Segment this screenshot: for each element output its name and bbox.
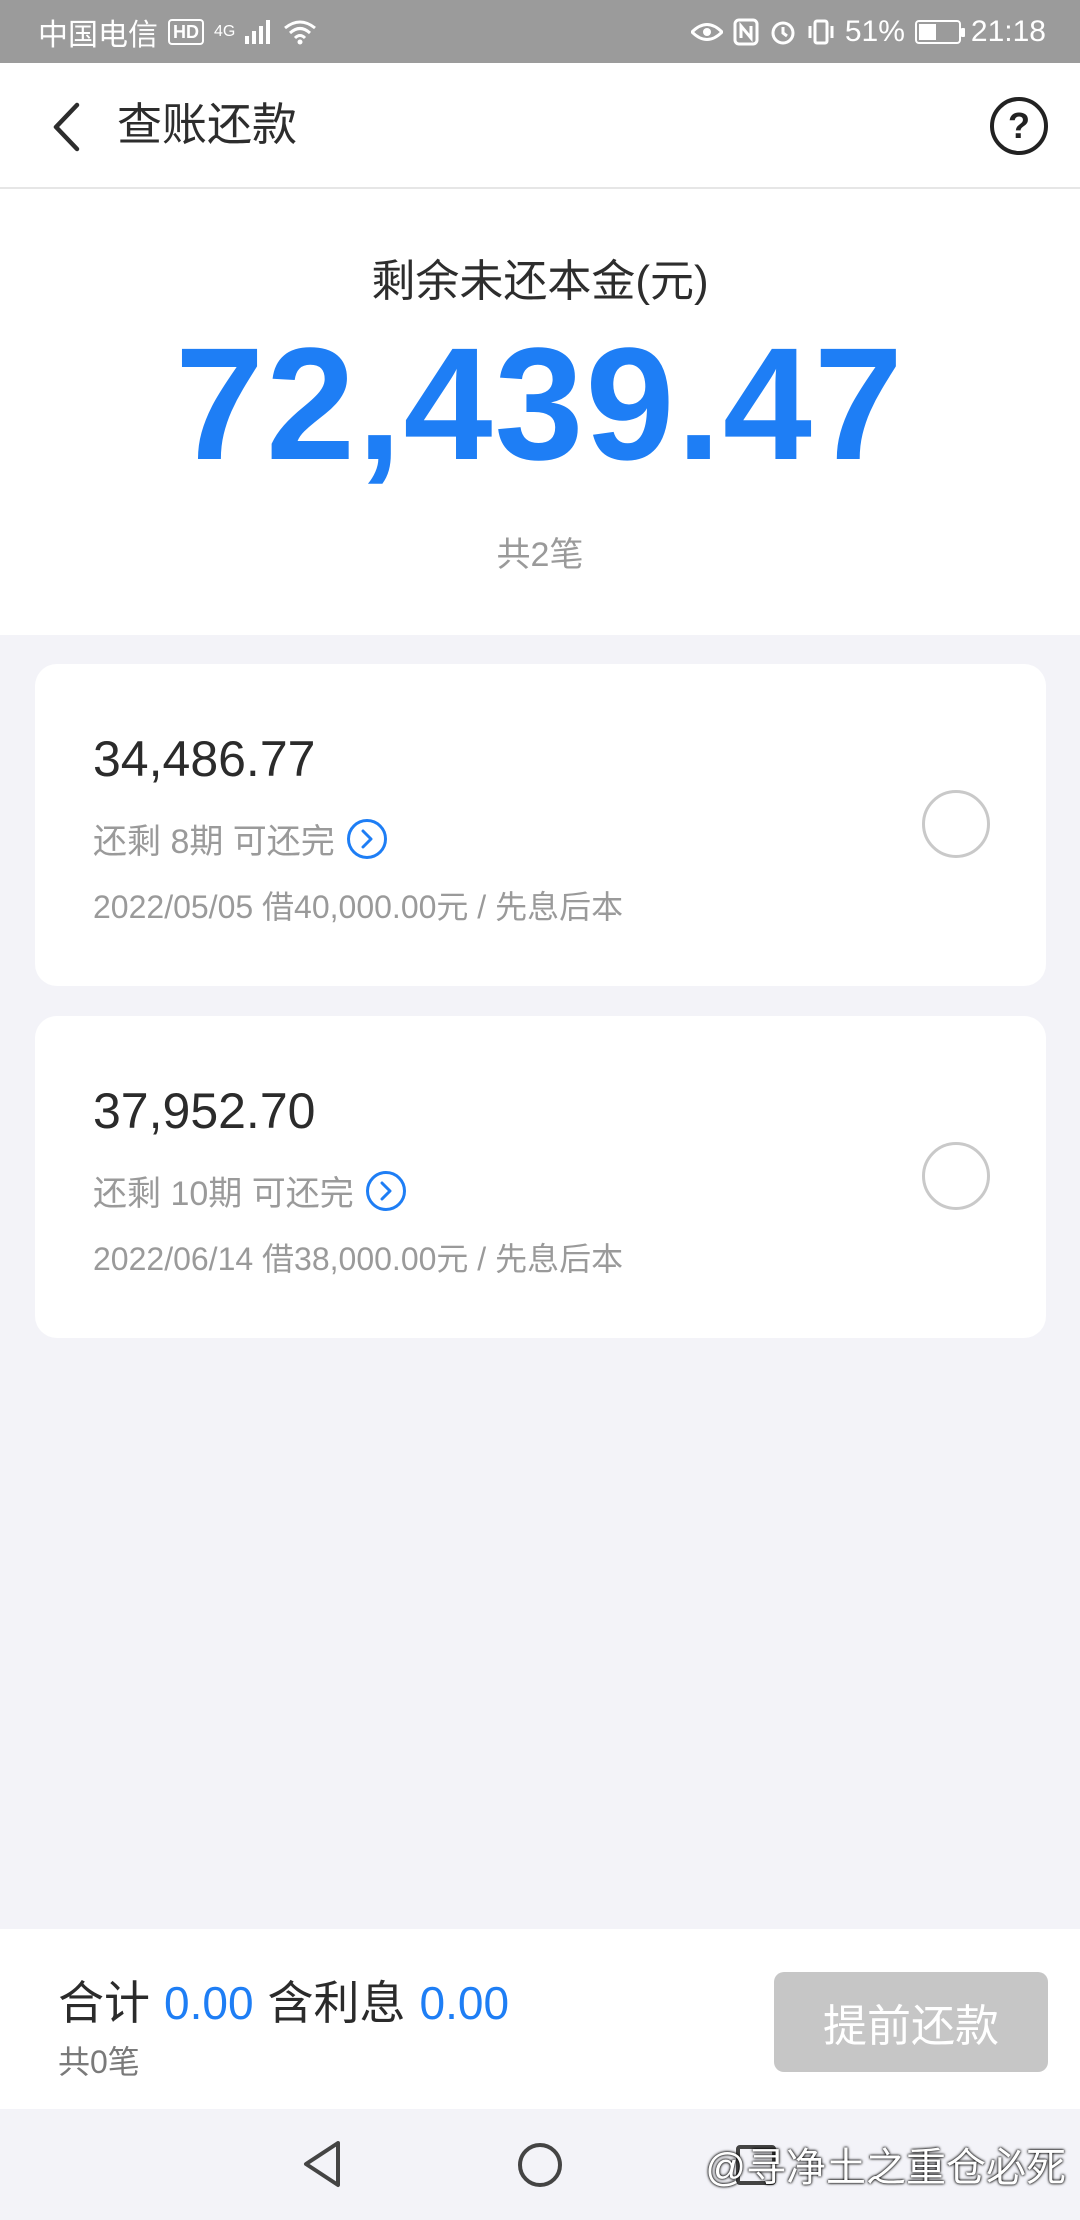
status-bar: 中国电信 HD 4G 51% 21:18 — [0, 0, 1080, 63]
total-label: 合计 — [58, 1977, 150, 2029]
status-right: 51% 21:18 — [690, 14, 1046, 49]
remaining-principal-label: 剩余未还本金(元) — [371, 257, 709, 306]
chevron-left-icon — [53, 102, 80, 152]
back-button[interactable] — [36, 97, 96, 157]
hd-icon: HD — [168, 18, 204, 45]
loan-select-radio[interactable] — [922, 790, 990, 858]
loan-card[interactable]: 37,952.70 还剩 10期 可还完 2022/06/14 借38,000.… — [35, 1016, 1046, 1338]
loan-detail: 2022/06/14 借38,000.00元 / 先息后本 — [93, 1241, 624, 1277]
loan-card[interactable]: 34,486.77 还剩 8期 可还完 2022/05/05 借40,000.0… — [35, 664, 1046, 986]
help-button[interactable]: ? — [990, 97, 1048, 155]
system-back-icon[interactable] — [300, 2139, 344, 2189]
repayment-footer: 合计 0.00 含利息 0.00 共0笔 提前还款 — [0, 1929, 1080, 2109]
carrier-name: 中国电信 — [38, 18, 158, 52]
nfc-icon — [733, 18, 759, 45]
loan-select-radio[interactable] — [922, 1142, 990, 1210]
alarm-icon — [771, 21, 795, 44]
prepay-button[interactable]: 提前还款 — [774, 1972, 1048, 2072]
battery-percent: 51% — [844, 14, 905, 48]
header: 查账还款 ? — [0, 63, 1080, 189]
chevron-right-circle-icon[interactable] — [346, 818, 387, 859]
watermark: @寻净土之重仓必死 — [705, 2146, 1066, 2190]
loan-remaining-text: 还剩 10期 可还完 — [93, 1175, 354, 1213]
interest-label: 含利息 — [267, 1977, 406, 2029]
loan-amount: 37,952.70 — [93, 1083, 316, 1139]
battery-fill — [918, 23, 937, 40]
status-left: 中国电信 HD 4G — [38, 10, 317, 54]
loan-count: 共2笔 — [496, 536, 584, 574]
system-nav-bar: @寻净土之重仓必死 — [0, 2109, 1080, 2220]
remaining-principal-amount: 72,439.47 — [175, 314, 905, 493]
total-line: 合计 0.00 含利息 0.00 — [58, 1967, 509, 2033]
loan-remaining[interactable]: 还剩 10期 可还完 — [93, 1166, 406, 1215]
loan-amount: 34,486.77 — [93, 731, 316, 787]
network-type: 4G — [214, 22, 236, 40]
page-title: 查账还款 — [117, 99, 298, 150]
loan-detail: 2022/05/05 借40,000.00元 / 先息后本 — [93, 889, 624, 925]
loan-remaining-text: 还剩 8期 可还完 — [93, 823, 335, 861]
eye-comfort-icon — [690, 22, 723, 41]
signal-icon — [245, 19, 271, 44]
vibrate-icon — [808, 19, 834, 44]
question-icon: ? — [1008, 105, 1030, 146]
clock: 21:18 — [970, 14, 1046, 48]
balance-summary: 剩余未还本金(元) 72,439.47 共2笔 — [0, 189, 1080, 635]
selected-count: 共0笔 — [58, 2044, 140, 2080]
interest-value: 0.00 — [419, 1977, 510, 2029]
loan-remaining[interactable]: 还剩 8期 可还完 — [93, 814, 387, 863]
wifi-icon — [284, 20, 317, 44]
system-home-icon[interactable] — [518, 2143, 562, 2187]
total-value: 0.00 — [164, 1977, 254, 2029]
chevron-right-circle-icon[interactable] — [365, 1170, 406, 1211]
battery-icon — [914, 19, 965, 44]
